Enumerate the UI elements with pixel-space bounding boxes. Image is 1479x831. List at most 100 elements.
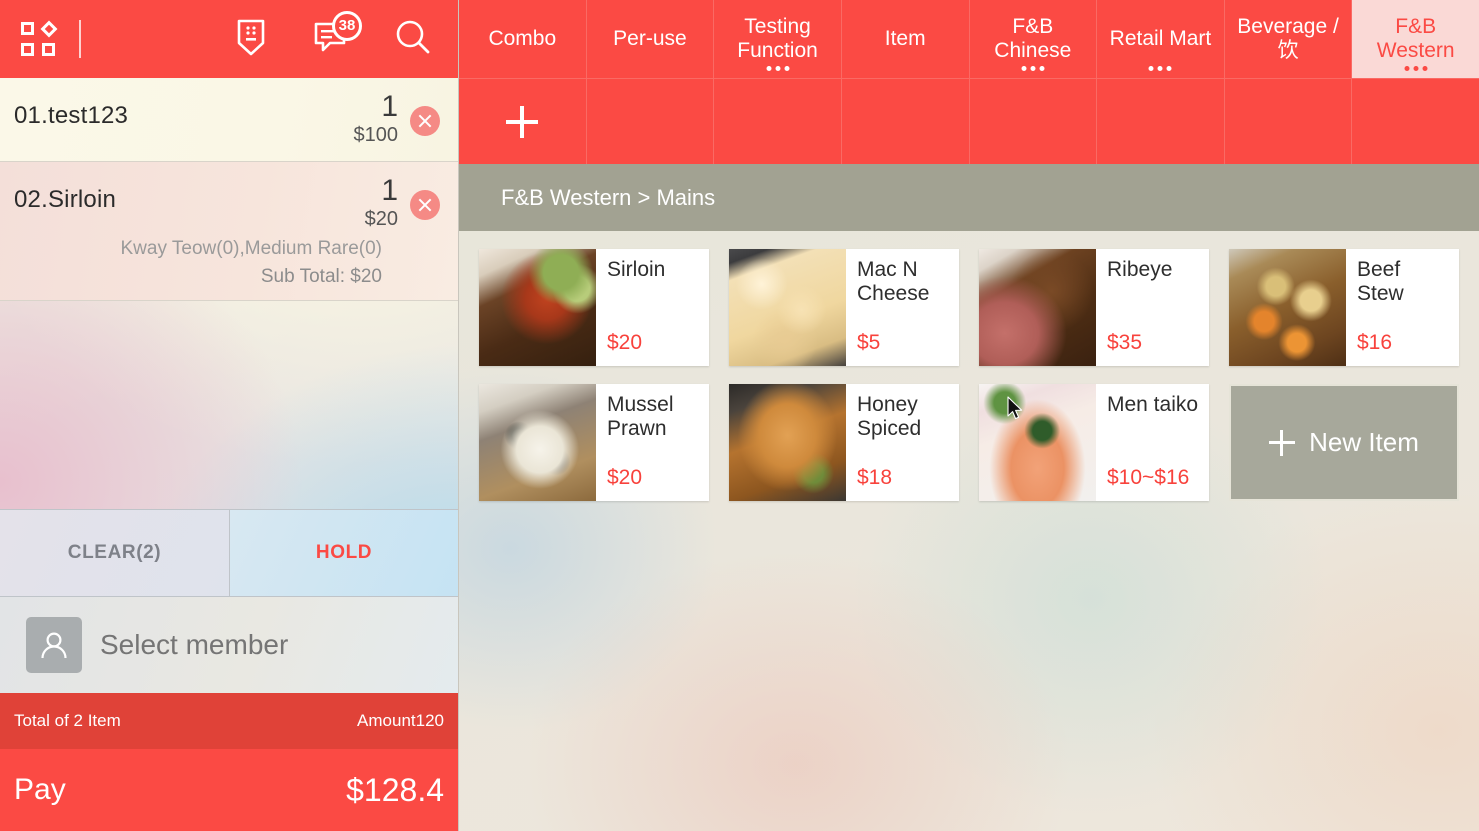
delete-circle-icon[interactable] bbox=[410, 106, 440, 136]
product-name: Mac N Cheese bbox=[857, 258, 930, 305]
product-card[interactable]: Men taiko $10~$16 bbox=[979, 384, 1209, 501]
order-item-name: 02.Sirloin bbox=[14, 186, 117, 213]
pos-application: 38 01.test123 1 $100 02.Sirloin 1 $20 Kw… bbox=[0, 0, 1479, 831]
total-amount-label: Amount120 bbox=[357, 711, 444, 730]
search-icon[interactable] bbox=[394, 19, 432, 59]
tab-combo[interactable]: Combo bbox=[459, 0, 587, 78]
tab-label: Per-use bbox=[613, 27, 687, 51]
plus-icon bbox=[1269, 429, 1296, 456]
product-price: $20 bbox=[607, 466, 643, 489]
product-grid: Sirloin $20 Mac N Cheese $5 Ribeye $35 B… bbox=[479, 249, 1459, 501]
tab-label: Beverage / 饮 bbox=[1237, 15, 1339, 62]
tab-label: Testing Function bbox=[737, 15, 818, 62]
product-card[interactable]: Mac N Cheese $5 bbox=[729, 249, 959, 366]
subcategory-slot[interactable] bbox=[841, 78, 970, 164]
header-divider bbox=[79, 20, 81, 58]
product-card[interactable]: Honey Spiced $18 bbox=[729, 384, 959, 501]
product-info: Mussel Prawn $20 bbox=[596, 384, 709, 501]
product-name: Honey Spiced bbox=[857, 393, 922, 440]
product-card[interactable]: Beef Stew $16 bbox=[1229, 249, 1459, 366]
tab-label: Retail Mart bbox=[1109, 27, 1212, 51]
order-item-subtotal: Sub Total: $20 bbox=[260, 265, 382, 287]
tab-label: Combo bbox=[488, 27, 557, 51]
pay-amount: $128.4 bbox=[346, 771, 444, 808]
tab-label: Item bbox=[884, 27, 926, 51]
product-info: Honey Spiced $18 bbox=[846, 384, 959, 501]
order-row[interactable]: 01.test123 1 $100 bbox=[0, 78, 458, 162]
mussel-risotto-photo bbox=[479, 384, 596, 501]
chat-message-icon[interactable]: 38 bbox=[314, 11, 362, 59]
product-info: Men taiko $10~$16 bbox=[1096, 384, 1209, 501]
ribeye-steak-photo bbox=[979, 249, 1096, 366]
pay-label: Pay bbox=[14, 773, 66, 806]
tab-label: F&B Western bbox=[1376, 15, 1455, 62]
receipt-download-icon[interactable] bbox=[234, 19, 272, 59]
member-selector-row bbox=[0, 597, 538, 693]
tab-beverage[interactable]: Beverage / 饮 bbox=[1224, 0, 1353, 78]
product-name: Beef Stew bbox=[1357, 258, 1404, 305]
product-price: $16 bbox=[1357, 331, 1393, 354]
product-price: $35 bbox=[1107, 331, 1143, 354]
app-header: 38 bbox=[0, 0, 458, 78]
product-price: $18 bbox=[857, 466, 893, 489]
roast-chicken-photo bbox=[729, 384, 846, 501]
order-item-modifiers: Kway Teow(0),Medium Rare(0) bbox=[120, 237, 382, 259]
subcategory-slot[interactable] bbox=[1224, 78, 1353, 164]
tab-retail-mart[interactable]: Retail Mart bbox=[1097, 0, 1225, 78]
product-card[interactable]: Sirloin $20 bbox=[479, 249, 709, 366]
add-subcategory-button[interactable] bbox=[459, 78, 587, 164]
header-left-group bbox=[14, 20, 81, 58]
product-info: Sirloin $20 bbox=[596, 249, 709, 366]
order-row-main: 01.test123 1 $100 bbox=[14, 90, 440, 148]
delete-circle-icon[interactable] bbox=[410, 190, 440, 220]
order-item-price: $100 bbox=[353, 123, 399, 146]
select-member-input[interactable] bbox=[100, 629, 461, 661]
mentaiko-pasta-photo bbox=[979, 384, 1096, 501]
product-card[interactable]: Mussel Prawn $20 bbox=[479, 384, 709, 501]
hold-button[interactable]: HOLD bbox=[229, 510, 458, 596]
overflow-dots-icon bbox=[1404, 66, 1428, 71]
person-avatar-icon[interactable] bbox=[26, 617, 82, 673]
order-item-figures: 1 $100 bbox=[278, 90, 399, 148]
order-item-qty: 1 bbox=[381, 90, 398, 123]
order-row[interactable]: 02.Sirloin 1 $20 Kway Teow(0),Medium Rar… bbox=[0, 162, 458, 301]
subcategory-slot[interactable] bbox=[586, 78, 715, 164]
tab-per-use[interactable]: Per-use bbox=[586, 0, 715, 78]
pay-button[interactable]: Pay $128.4 bbox=[0, 749, 458, 831]
product-info: Beef Stew $16 bbox=[1346, 249, 1459, 366]
product-name: Men taiko bbox=[1107, 393, 1199, 416]
tab-fnb-western[interactable]: F&B Western bbox=[1352, 0, 1479, 78]
tab-testing-function[interactable]: Testing Function bbox=[714, 0, 842, 78]
product-price: $20 bbox=[607, 331, 643, 354]
new-item-label: New Item bbox=[1309, 427, 1419, 457]
product-grid-wrapper: Sirloin $20 Mac N Cheese $5 Ribeye $35 B… bbox=[459, 231, 1479, 501]
subcategory-slot[interactable] bbox=[1097, 78, 1225, 164]
order-total-bar: Total of 2 Item Amount120 bbox=[0, 693, 458, 749]
total-items-label: Total of 2 Item bbox=[14, 711, 121, 730]
breadcrumb: F&B Western > Mains bbox=[459, 164, 1479, 231]
notification-badge: 38 bbox=[332, 11, 362, 41]
tab-item[interactable]: Item bbox=[841, 0, 970, 78]
subcategory-slot[interactable] bbox=[714, 78, 842, 164]
product-info: Mac N Cheese $5 bbox=[846, 249, 959, 366]
tab-fnb-chinese[interactable]: F&B Chinese bbox=[969, 0, 1098, 78]
category-tabs: Combo Per-use Testing Function Item F&B … bbox=[459, 0, 1479, 78]
subcategory-tabs bbox=[459, 78, 1479, 164]
product-info: Ribeye $35 bbox=[1096, 249, 1209, 366]
product-name: Sirloin bbox=[607, 258, 666, 281]
product-price: $5 bbox=[857, 331, 881, 354]
order-item-price: $20 bbox=[364, 207, 398, 230]
order-item-list: 01.test123 1 $100 02.Sirloin 1 $20 Kway … bbox=[0, 78, 458, 509]
tab-label: F&B Chinese bbox=[994, 15, 1072, 62]
grid-logo-icon[interactable] bbox=[21, 20, 58, 56]
clear-button[interactable]: CLEAR(2) bbox=[0, 510, 229, 596]
product-card[interactable]: Ribeye $35 bbox=[979, 249, 1209, 366]
new-item-button[interactable]: New Item bbox=[1229, 384, 1459, 501]
subcategory-slot[interactable] bbox=[969, 78, 1098, 164]
macaroni-cheese-photo bbox=[729, 249, 846, 366]
overflow-dots-icon bbox=[766, 66, 790, 71]
order-actions: CLEAR(2) HOLD bbox=[0, 509, 458, 597]
product-price: $10~$16 bbox=[1107, 466, 1190, 489]
grilled-steak-photo bbox=[479, 249, 596, 366]
subcategory-slot[interactable] bbox=[1352, 78, 1479, 164]
